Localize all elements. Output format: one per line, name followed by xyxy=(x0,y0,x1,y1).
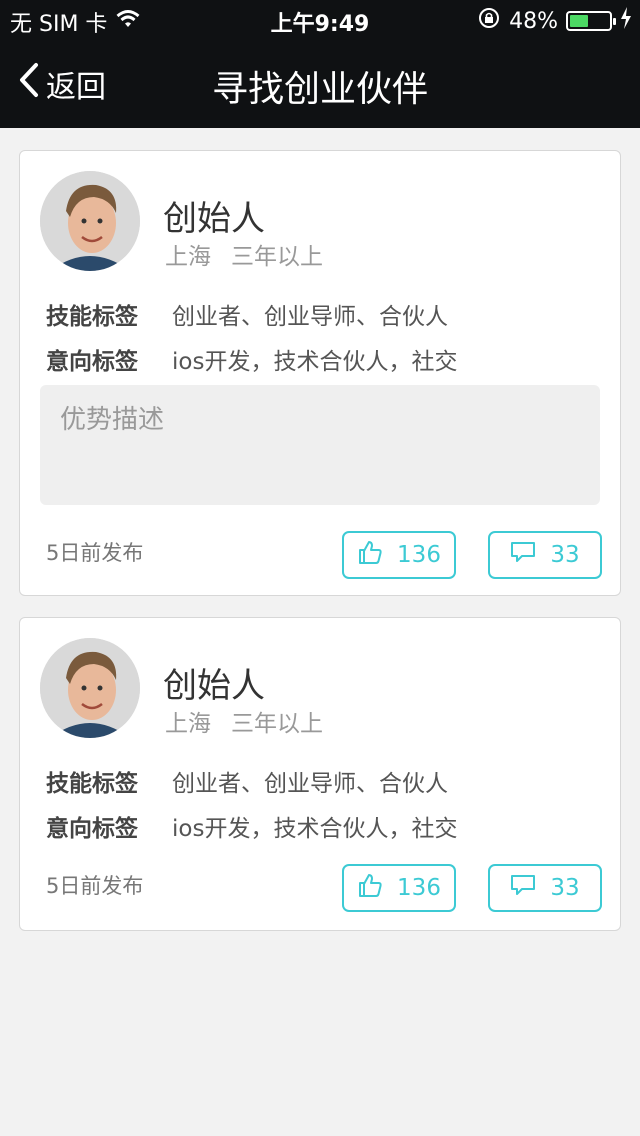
battery-percent: 48% xyxy=(509,8,558,34)
user-name: 创始人 xyxy=(163,666,265,706)
battery-icon xyxy=(566,11,616,31)
comment-button[interactable]: 33 xyxy=(488,864,602,912)
intent-tags-value: ios开发，技术合伙人，社交 xyxy=(172,816,458,842)
user-experience: 三年以上 xyxy=(231,711,323,737)
user-meta: 上海 三年以上 xyxy=(165,704,323,738)
skill-tags-label: 技能标签 xyxy=(46,771,138,797)
speech-bubble-icon xyxy=(510,873,536,903)
partner-card[interactable]: 创始人 上海 三年以上 技能标签 创业者、创业导师、合伙人 意向标签 ios开发… xyxy=(19,150,621,596)
skill-tags-label: 技能标签 xyxy=(46,304,138,330)
charging-icon xyxy=(620,7,632,35)
page-title: 寻找创业伙伴 xyxy=(211,69,428,110)
user-city: 上海 xyxy=(165,244,211,270)
like-count: 136 xyxy=(397,875,441,901)
thumbs-up-icon xyxy=(357,872,383,904)
avatar xyxy=(40,171,140,271)
intent-tags-row: 意向标签 ios开发，技术合伙人，社交 xyxy=(46,809,457,843)
top-bar: 无 SIM 卡 上午9:49 48% 返回 寻找创业伙伴 xyxy=(0,0,640,128)
comment-count: 33 xyxy=(550,542,580,568)
skill-tags-value: 创业者、创业导师、合伙人 xyxy=(172,304,448,330)
like-button[interactable]: 136 xyxy=(342,864,456,912)
posted-time: 5日前发布 xyxy=(46,541,144,565)
comment-button[interactable]: 33 xyxy=(488,531,602,579)
user-meta: 上海 三年以上 xyxy=(165,237,323,271)
posted-time: 5日前发布 xyxy=(46,874,144,898)
description-placeholder: 优势描述 xyxy=(60,405,165,435)
intent-tags-label: 意向标签 xyxy=(46,349,138,375)
user-experience: 三年以上 xyxy=(231,244,323,270)
battery-level xyxy=(570,15,589,27)
description-field[interactable]: 优势描述 xyxy=(40,385,600,505)
skill-tags-row: 技能标签 创业者、创业导师、合伙人 xyxy=(46,764,448,798)
intent-tags-label: 意向标签 xyxy=(46,816,138,842)
user-name: 创始人 xyxy=(163,199,265,239)
nav-bar: 返回 寻找创业伙伴 xyxy=(0,40,640,128)
intent-tags-value: ios开发，技术合伙人，社交 xyxy=(172,349,458,375)
intent-tags-row: 意向标签 ios开发，技术合伙人，社交 xyxy=(46,342,457,376)
user-city: 上海 xyxy=(165,711,211,737)
avatar xyxy=(40,638,140,738)
skill-tags-row: 技能标签 创业者、创业导师、合伙人 xyxy=(46,297,448,331)
rotation-lock-icon xyxy=(477,6,501,36)
thumbs-up-icon xyxy=(357,539,383,571)
like-button[interactable]: 136 xyxy=(342,531,456,579)
comment-count: 33 xyxy=(550,875,580,901)
speech-bubble-icon xyxy=(510,540,536,570)
status-bar: 无 SIM 卡 上午9:49 48% xyxy=(0,0,640,40)
status-right: 48% xyxy=(477,6,632,36)
skill-tags-value: 创业者、创业导师、合伙人 xyxy=(172,771,448,797)
like-count: 136 xyxy=(397,542,441,568)
partner-card[interactable]: 创始人 上海 三年以上 技能标签 创业者、创业导师、合伙人 意向标签 ios开发… xyxy=(19,617,621,931)
